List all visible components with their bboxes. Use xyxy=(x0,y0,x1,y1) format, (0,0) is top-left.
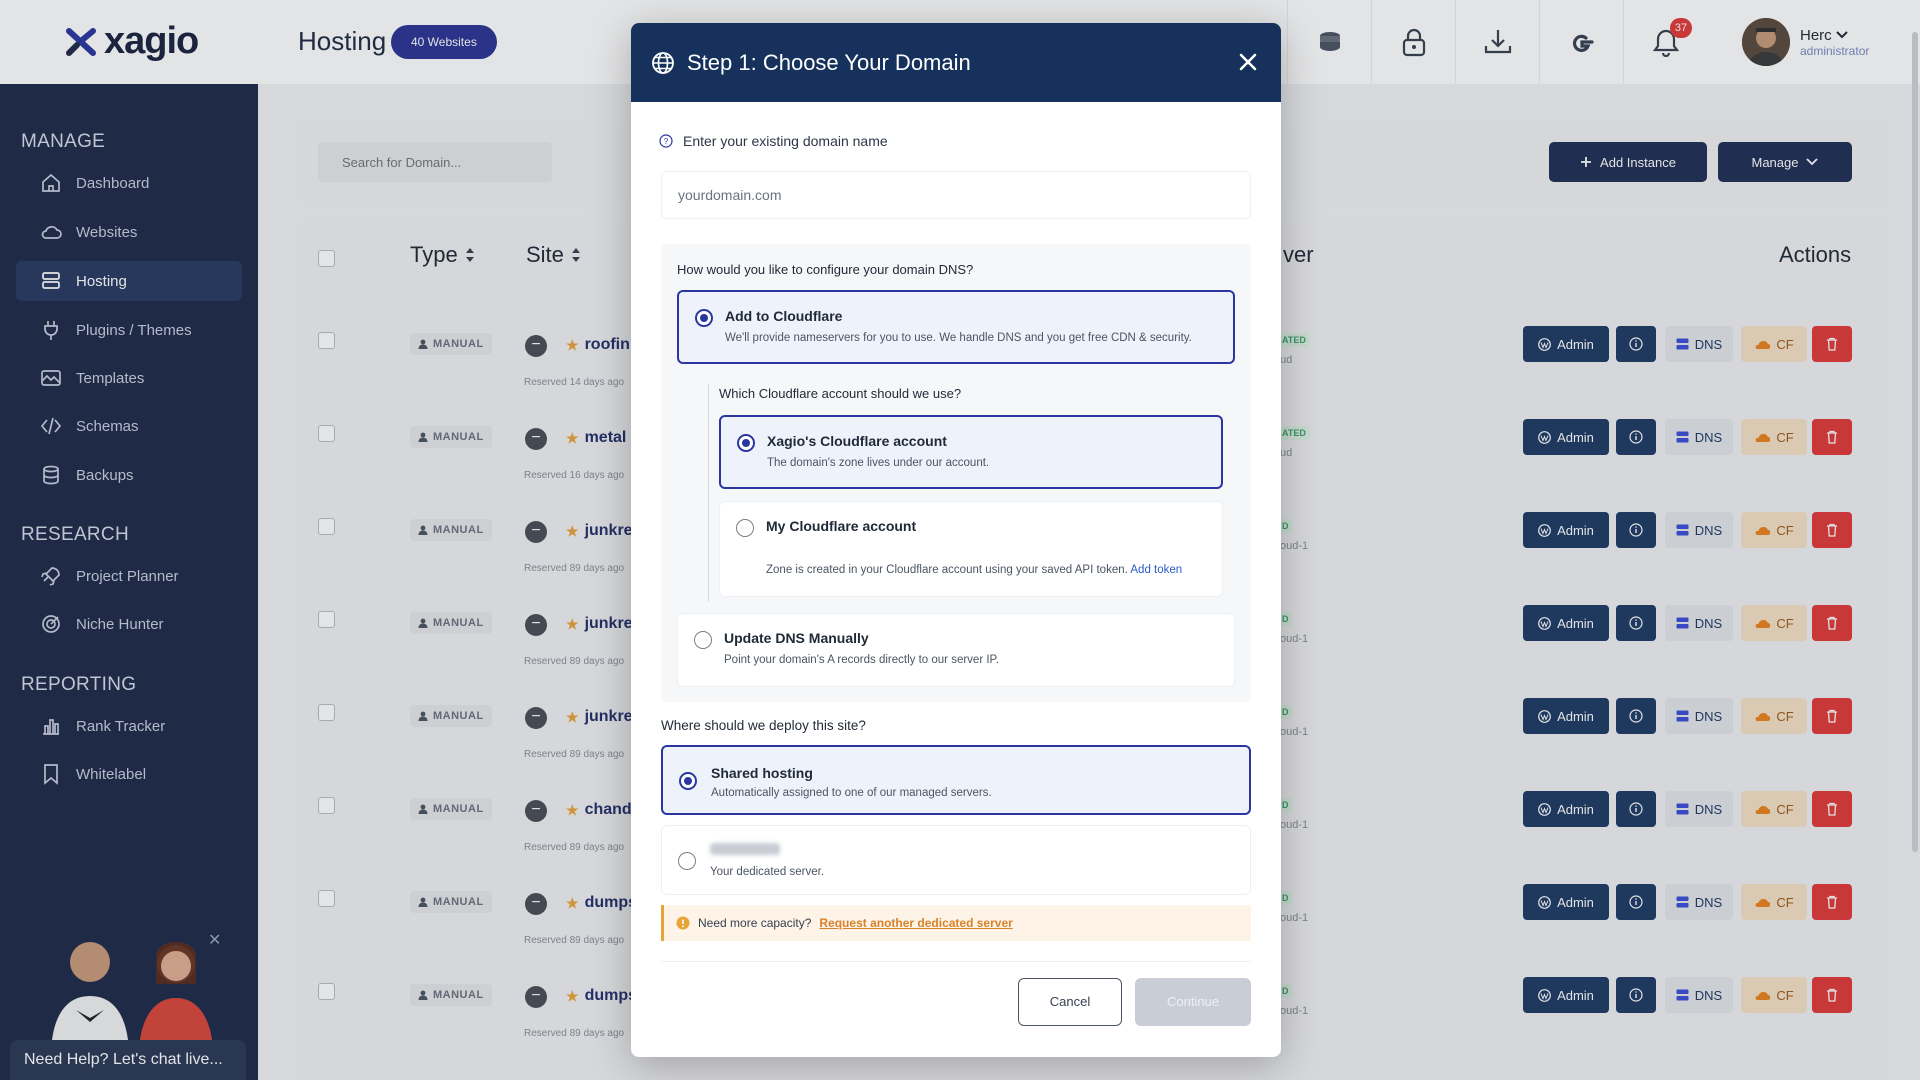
page-scrollbar[interactable] xyxy=(1912,32,1918,852)
nested-options-divider xyxy=(708,384,709,602)
option-title: My Cloudflare account xyxy=(766,518,917,534)
option-description-text: Zone is created in your Cloudflare accou… xyxy=(766,564,1128,576)
dns-option-manual[interactable]: Update DNS Manually Point your domain's … xyxy=(677,613,1235,687)
option-description: Your dedicated server. xyxy=(710,866,825,878)
radio-dedicated-server[interactable] xyxy=(678,852,696,870)
option-description: Point your domain's A records directly t… xyxy=(724,654,999,666)
modal-header: Step 1: Choose Your Domain xyxy=(631,23,1281,102)
option-description: We'll provide nameservers for you to use… xyxy=(725,332,1192,344)
dns-question: How would you like to configure your dom… xyxy=(677,262,974,277)
help-circle-icon: ? xyxy=(659,134,673,148)
domain-label-text: Enter your existing domain name xyxy=(683,133,888,149)
radio-update-dns-manually[interactable] xyxy=(694,631,712,649)
deploy-option-shared[interactable]: Shared hosting Automatically assigned to… xyxy=(661,745,1251,815)
svg-text:?: ? xyxy=(664,137,669,146)
choose-domain-modal: Step 1: Choose Your Domain ? Enter your … xyxy=(631,23,1281,1057)
modal-title: Step 1: Choose Your Domain xyxy=(687,49,971,75)
capacity-notice: Need more capacity? Request another dedi… xyxy=(661,905,1251,941)
radio-xagio-cloudflare[interactable] xyxy=(737,434,755,452)
cancel-button[interactable]: Cancel xyxy=(1018,978,1122,1026)
option-description: The domain's zone lives under our accoun… xyxy=(767,457,990,469)
option-title: Add to Cloudflare xyxy=(725,308,843,324)
option-description: Zone is created in your Cloudflare accou… xyxy=(766,564,1182,576)
radio-add-to-cloudflare[interactable] xyxy=(695,309,713,327)
option-title: Shared hosting xyxy=(711,765,813,781)
dns-option-cloudflare[interactable]: Add to Cloudflare We'll provide nameserv… xyxy=(677,290,1235,364)
capacity-text: Need more capacity? xyxy=(698,916,812,930)
option-title: Xagio's Cloudflare account xyxy=(767,433,947,449)
globe-icon xyxy=(652,51,674,74)
option-description: Automatically assigned to one of our man… xyxy=(711,787,992,799)
close-icon[interactable] xyxy=(1233,47,1263,77)
warning-icon xyxy=(676,916,690,930)
continue-button[interactable]: Continue xyxy=(1135,978,1251,1026)
domain-label: ? Enter your existing domain name xyxy=(659,133,888,149)
redacted-server-name xyxy=(710,843,780,855)
add-token-link[interactable]: Add token xyxy=(1130,564,1182,576)
option-title xyxy=(710,842,780,858)
footer-divider xyxy=(661,961,1251,962)
cloudflare-account-question: Which Cloudflare account should we use? xyxy=(719,386,962,401)
radio-my-cloudflare[interactable] xyxy=(736,519,754,537)
deploy-question: Where should we deploy this site? xyxy=(661,718,866,733)
domain-name-input[interactable] xyxy=(661,171,1251,219)
deploy-option-dedicated[interactable]: Your dedicated server. xyxy=(661,825,1251,895)
cf-option-my-account[interactable]: My Cloudflare account Zone is created in… xyxy=(719,501,1223,597)
request-server-link[interactable]: Request another dedicated server xyxy=(819,916,1012,930)
option-title: Update DNS Manually xyxy=(724,630,869,646)
cf-option-xagio-account[interactable]: Xagio's Cloudflare account The domain's … xyxy=(719,415,1223,489)
radio-shared-hosting[interactable] xyxy=(679,772,697,790)
